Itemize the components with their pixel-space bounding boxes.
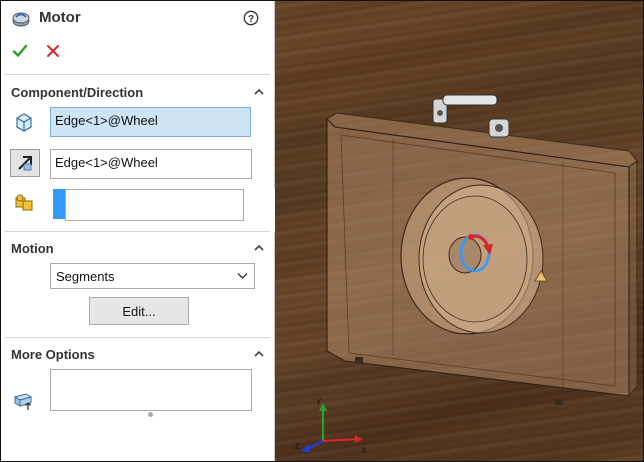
separator <box>5 74 270 75</box>
section-header-motion[interactable]: Motion <box>1 238 274 260</box>
more-options-field[interactable] <box>50 369 252 411</box>
housing-foot <box>555 399 563 405</box>
help-icon[interactable]: ? <box>243 10 259 26</box>
component-to-move-icon <box>15 194 33 211</box>
component-cube-icon <box>16 113 32 132</box>
svg-text:Z: Z <box>295 442 300 451</box>
separator <box>5 337 270 338</box>
svg-text:?: ? <box>248 14 254 25</box>
triad-x-axis <box>322 437 358 443</box>
chevron-up-icon[interactable] <box>253 348 265 360</box>
feature-title: Motor <box>39 9 81 26</box>
load-face-icon <box>13 393 33 410</box>
direction-arrow-icon <box>18 156 32 171</box>
section-title: More Options <box>11 347 95 362</box>
model-view: X Y Z <box>295 94 638 455</box>
chevron-up-icon[interactable] <box>253 242 265 254</box>
section-title: Component/Direction <box>11 85 144 100</box>
handle-bar <box>442 94 498 106</box>
resize-grip[interactable] <box>148 412 153 417</box>
section-header-more-options[interactable]: More Options <box>1 344 274 366</box>
housing-foot <box>355 357 363 363</box>
svg-text:Y: Y <box>316 398 322 407</box>
component-field[interactable]: Edge<1>@Wheel <box>50 107 251 137</box>
direction-button[interactable] <box>10 149 40 177</box>
separator <box>5 231 270 232</box>
property-manager-panel: Motor ? Component/Direction Edge<1>@Whee… <box>1 1 275 461</box>
motor-icon <box>12 12 30 27</box>
component-to-move-field[interactable] <box>65 189 244 221</box>
direction-field[interactable]: Edge<1>@Wheel <box>50 149 252 179</box>
cancel-x-icon[interactable] <box>46 44 60 58</box>
housing-side <box>628 160 638 398</box>
section-title: Motion <box>11 241 54 256</box>
edit-button[interactable]: Edit... <box>89 297 189 325</box>
motion-type-value: Segments <box>56 269 115 284</box>
svg-text:X: X <box>361 446 367 455</box>
section-header-component-direction[interactable]: Component/Direction <box>1 82 274 104</box>
motion-type-select[interactable]: Segments <box>50 263 255 289</box>
ok-check-icon[interactable] <box>12 43 28 59</box>
solidworks-window: Motor ? Component/Direction Edge<1>@Whee… <box>0 0 644 462</box>
chevron-down-icon <box>237 273 248 279</box>
chevron-up-icon[interactable] <box>253 86 265 98</box>
graphics-viewport[interactable]: X Y Z <box>275 1 643 461</box>
